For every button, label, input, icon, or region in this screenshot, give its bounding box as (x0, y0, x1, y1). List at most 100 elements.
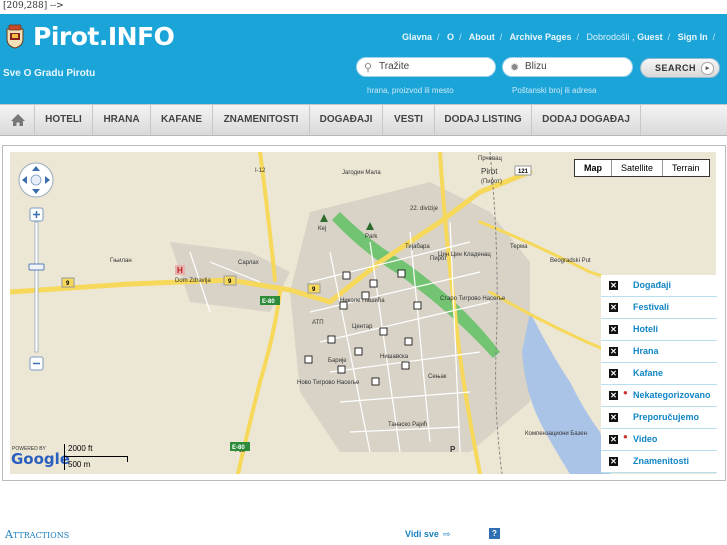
category-hoteli[interactable]: ✕ Hoteli (601, 319, 717, 341)
map-label: Dom Zdravlja (175, 278, 211, 284)
category-video[interactable]: ✕ ● Video (601, 429, 717, 451)
welcome-text: Dobrodošli , (586, 32, 635, 42)
topnav-archive-pages[interactable]: Archive Pages (509, 32, 571, 42)
map-label: Танаско Рајић (388, 422, 427, 428)
pan-control[interactable] (18, 162, 54, 198)
guest-name: Guest (637, 32, 663, 42)
hospital-marker: H (177, 266, 183, 275)
map-label: Центар (352, 324, 373, 330)
map-label: АТП (312, 320, 324, 326)
map-label: I-12 (255, 168, 266, 174)
nav-hoteli[interactable]: HOTELI (34, 105, 92, 135)
map-pin-icon: ● (623, 432, 628, 441)
map-type-map-button[interactable]: Map (575, 160, 611, 176)
search-query-hint: hrana, proizvod ili mesto (367, 86, 454, 95)
category-nekategorizovano[interactable]: ✕ ● Nekategorizovano (601, 385, 717, 407)
scale-meters: 500 m (68, 460, 91, 469)
close-icon[interactable]: ✕ (609, 413, 618, 422)
map-label: Beogradski Put (550, 258, 591, 264)
category-hrana[interactable]: ✕ Hrana (601, 341, 717, 363)
map-type-switcher: Map Satellite Terrain (574, 159, 710, 177)
close-icon[interactable]: ✕ (609, 369, 618, 378)
map-label: Сарлах (238, 260, 259, 266)
search-button-label: SEARCH (655, 63, 697, 73)
close-icon[interactable]: ✕ (609, 347, 618, 356)
search-button[interactable]: SEARCH ▸ (640, 58, 720, 78)
nav-kafane[interactable]: KAFANE (150, 105, 212, 135)
help-icon[interactable]: ? (489, 528, 500, 539)
category-preporucujemo[interactable]: ✕ Preporučujemo (601, 407, 717, 429)
map-type-satellite-button[interactable]: Satellite (611, 160, 662, 176)
map-pan-zoom-control (18, 162, 54, 371)
topnav-glavna[interactable]: Glavna (402, 32, 432, 42)
map-label: Јагодин Мала (342, 170, 381, 176)
zoom-in-button[interactable] (29, 207, 44, 222)
close-icon[interactable]: ✕ (609, 391, 618, 400)
top-navigation: Glavna / O / About / Archive Pages / Dobrodo… (402, 32, 716, 42)
map-label: Тијабара (405, 244, 430, 250)
map-type-terrain-button[interactable]: Terrain (662, 160, 709, 176)
road-shield-e80: E-80 (232, 445, 245, 451)
home-icon (11, 114, 25, 126)
map-label: Компензациони Базен (525, 431, 587, 437)
parking-marker: P (450, 445, 456, 454)
zoom-out-button[interactable] (29, 356, 44, 371)
close-icon[interactable]: ✕ (609, 325, 618, 334)
arrow-right-icon: ▸ (701, 62, 714, 75)
map-label: Гњилан (110, 258, 132, 264)
road-shield-121: 121 (518, 169, 529, 175)
category-dogadjaji[interactable]: ✕ Događaji (601, 275, 717, 297)
search-query-input[interactable]: ⚲ Tražite (356, 57, 496, 77)
map-pin-icon: ● (623, 388, 628, 397)
main-navigation: HOTELI HRANA KAFANE ZNAMENITOSTI DOGAĐAJ… (0, 104, 727, 136)
nav-dodaj-listing[interactable]: DODAJ LISTING (434, 105, 531, 135)
location-sun-icon: ✹ (510, 62, 520, 74)
google-logo[interactable]: Google (11, 450, 70, 468)
map-label: Ново Тигрово Насеље (297, 380, 360, 386)
search-location-placeholder: Blizu (525, 61, 547, 72)
nav-dogadjaji[interactable]: DOGAĐAJI (309, 105, 382, 135)
map-label: Терма (510, 244, 528, 250)
category-znamenitosti[interactable]: ✕ Znamenitosti (601, 451, 717, 473)
search-icon: ⚲ (364, 62, 373, 74)
stray-comment-text: [209,288] --> (3, 1, 64, 11)
map-scale: 2000 ft 500 m (64, 444, 130, 470)
coat-of-arms-icon (6, 24, 24, 49)
map-label: Park (365, 234, 378, 240)
search-location-hint: Poštanski broj ili adresa (512, 86, 597, 95)
category-festivali[interactable]: ✕ Festivali (601, 297, 717, 319)
map-label: 22. divizije (410, 206, 439, 212)
map-label: Прчевац (478, 156, 502, 162)
zoom-track[interactable] (34, 221, 39, 353)
see-all-link[interactable]: Vidi sve (405, 529, 439, 539)
sign-in-link[interactable]: Sign In (678, 32, 708, 42)
arrow-right-icon[interactable]: ⇨ (443, 529, 451, 540)
topnav-o[interactable]: O (447, 32, 454, 42)
nav-home[interactable] (5, 105, 31, 135)
nav-znamenitosti[interactable]: ZNAMENITOSTI (212, 105, 309, 135)
map-label: Сењак (428, 374, 447, 380)
map-label: Pirot (481, 167, 498, 176)
close-icon[interactable]: ✕ (609, 303, 618, 312)
topnav-about[interactable]: About (469, 32, 495, 42)
search-location-input[interactable]: ✹ Blizu (502, 57, 633, 77)
road-shield-e80: E-80 (262, 299, 275, 305)
search-query-placeholder: Tražite (379, 61, 410, 72)
close-icon[interactable]: ✕ (609, 281, 618, 290)
nav-dodaj-dogadjaj[interactable]: DODAJ DOGAĐAJ (531, 105, 641, 135)
map-label: Кеј (318, 226, 326, 232)
map-label: Старо Тигрово Насеље (440, 296, 506, 302)
zoom-slider-handle[interactable] (28, 263, 45, 271)
close-icon[interactable]: ✕ (609, 457, 618, 466)
attractions-section-title: Attractions (5, 528, 70, 541)
map-label: Пирот (430, 256, 447, 262)
site-tagline: Sve O Gradu Pirotu (3, 68, 96, 79)
nav-vesti[interactable]: VESTI (382, 105, 434, 135)
scale-feet: 2000 ft (68, 444, 93, 453)
nav-hrana[interactable]: HRANA (92, 105, 150, 135)
site-logo[interactable]: Pirot.INFO (33, 22, 175, 51)
map-label: (Пирот) (481, 179, 502, 185)
category-kafane[interactable]: ✕ Kafane (601, 363, 717, 385)
close-icon[interactable]: ✕ (609, 435, 618, 444)
map-category-filter: ✕ Događaji ✕ Festivali ✕ Hoteli ✕ Hrana ✕ Kaf… (601, 275, 717, 473)
